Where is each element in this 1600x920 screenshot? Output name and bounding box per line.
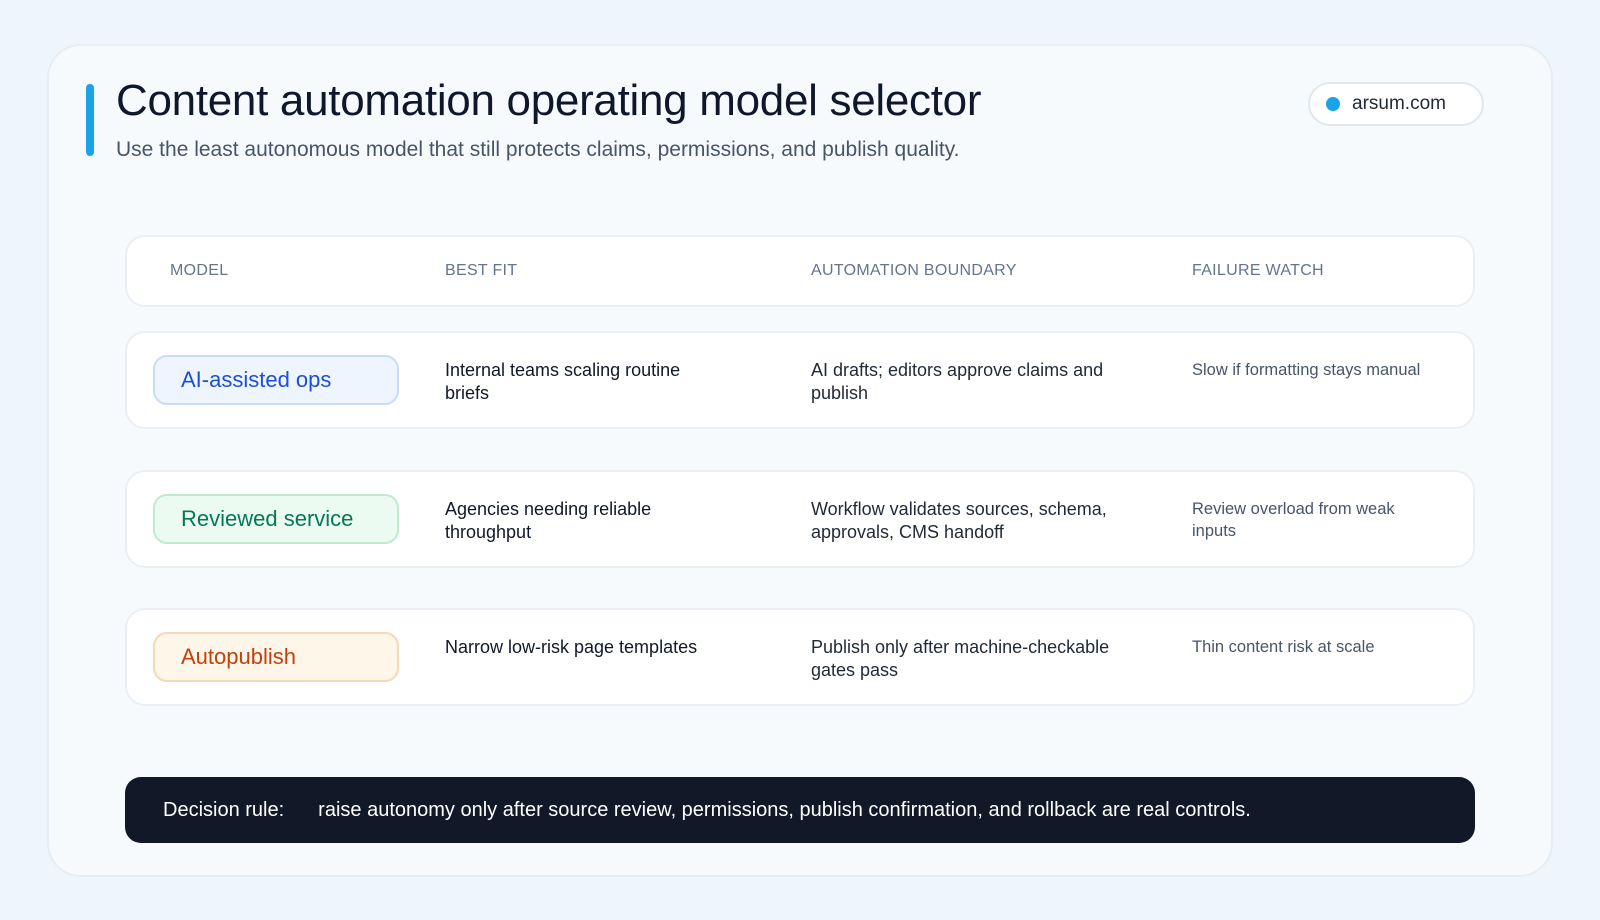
page-title: Content automation operating model selec… — [116, 76, 982, 125]
column-header-automation-boundary: AUTOMATION BOUNDARY — [811, 262, 1017, 279]
brand-dot-icon — [1326, 97, 1340, 111]
decision-rule-text: raise autonomy only after source review,… — [318, 798, 1251, 821]
brand-badge[interactable]: arsum.com — [1308, 82, 1484, 126]
automation-boundary-cell: Workflow validates sources, schema, appr… — [811, 499, 1107, 542]
table-header: MODEL BEST FIT AUTOMATION BOUNDARY FAILU… — [125, 235, 1475, 307]
best-fit-cell: Internal teams scaling routine briefs — [445, 360, 681, 403]
failure-watch-cell: Thin content risk at scale — [1192, 638, 1375, 656]
model-badge-reviewed-service: Reviewed service — [153, 494, 399, 544]
table-row[interactable]: AI-assisted ops Internal teams scaling r… — [125, 331, 1475, 429]
column-header-best-fit: BEST FIT — [445, 262, 518, 279]
table-row[interactable]: Reviewed service Agencies needing reliab… — [125, 470, 1475, 568]
model-badge-autopublish: Autopublish — [153, 632, 399, 682]
decision-rule-label: Decision rule: — [163, 798, 285, 821]
best-fit-cell: Agencies needing reliable throughput — [445, 499, 652, 542]
failure-watch-cell: Review overload from weak inputs — [1192, 500, 1395, 540]
table-row[interactable]: Autopublish Narrow low-risk page templat… — [125, 608, 1475, 706]
best-fit-cell: Narrow low-risk page templates — [445, 637, 698, 657]
brand-label: arsum.com — [1352, 93, 1446, 114]
column-header-failure-watch: FAILURE WATCH — [1192, 262, 1324, 279]
model-badge-ai-assisted-ops: AI-assisted ops — [153, 355, 399, 405]
title-accent-bar — [86, 84, 94, 156]
selector-card — [47, 44, 1553, 877]
failure-watch-cell: Slow if formatting stays manual — [1192, 361, 1421, 379]
decision-rule-banner: Decision rule: raise autonomy only after… — [125, 777, 1475, 843]
column-header-model: MODEL — [170, 262, 229, 279]
automation-boundary-cell: Publish only after machine-checkable gat… — [811, 637, 1110, 680]
page-subtitle: Use the least autonomous model that stil… — [116, 138, 960, 161]
automation-boundary-cell: AI drafts; editors approve claims and pu… — [811, 360, 1104, 403]
